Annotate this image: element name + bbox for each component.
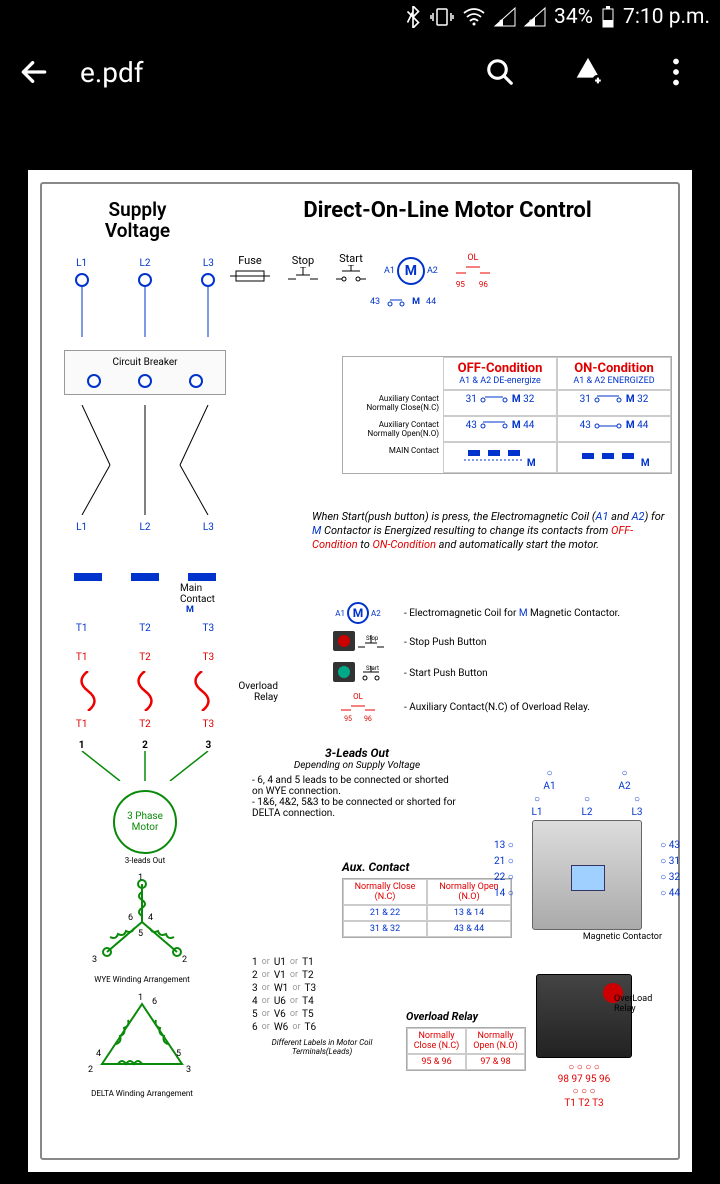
stop-label: Stop [288, 254, 318, 267]
terminal-labels-table: 1orU1orT1 2orV1orT2 3orW1orT3 4orU6orT4 … [252, 956, 392, 1056]
coil-m-symbol: M [397, 257, 425, 285]
battery-icon [601, 6, 615, 28]
pin-96: 96 [479, 280, 488, 289]
svg-text:3: 3 [92, 955, 97, 965]
status-bar: 1 2 34% 7:10 p.m. [0, 0, 720, 34]
circuit-breaker-box: Circuit Breaker [64, 350, 226, 395]
delta-diagram-icon: 1 2 3 6 4 5 [52, 986, 232, 1086]
a1-label: A1 [384, 266, 395, 276]
svg-text:5: 5 [138, 929, 143, 939]
pdf-page[interactable]: Supply Voltage Direct-On-Line Motor Cont… [28, 170, 692, 1172]
aux-contact-table: Aux. Contact Normally Close (N.C)Normall… [342, 860, 512, 938]
svg-text:1: 1 [138, 993, 143, 1003]
battery-pct: 34% [554, 5, 593, 29]
signal-2-icon: 2 [524, 7, 546, 27]
pin-95: 95 [456, 280, 465, 289]
description-text: When Start(push button) is press, the El… [312, 510, 672, 551]
clock-time: 7:10 p.m. [623, 5, 710, 29]
supply-voltage-label: Supply Voltage [50, 194, 225, 242]
three-leads-note: 3-Leads Out Depending on Supply Voltage … [252, 746, 462, 819]
svg-text:4: 4 [96, 1049, 101, 1059]
app-bar: e.pdf [0, 34, 720, 110]
a2-label: A2 [427, 266, 438, 276]
svg-text:1: 1 [499, 19, 503, 27]
legend: A1MA2 - Electromagnetic Coil for M Magne… [322, 596, 672, 729]
ol-label: OL [456, 253, 490, 263]
drive-button[interactable] [566, 50, 610, 94]
winding-arrangements: 132 465 WYE Winding Arrangement 123 [52, 872, 232, 1100]
condition-table: OFF-ConditionA1 & A2 DE-energize ON-Cond… [342, 356, 672, 474]
svg-text:1: 1 [138, 873, 143, 883]
vibrate-icon [430, 6, 454, 28]
start-button-icon [332, 661, 356, 686]
start-label: Start [336, 252, 366, 265]
power-circuit-diagram: L1L2L3 Circuit Breaker L1L2L3 Main Conta… [50, 254, 240, 854]
back-button[interactable] [12, 50, 56, 94]
diagram-title: Direct-On-Line Motor Control [225, 194, 670, 242]
svg-text:3: 3 [186, 1065, 191, 1075]
overload-relay-table: Overload Relay Normally Close (N.C)Norma… [406, 1010, 526, 1071]
svg-text:2: 2 [529, 19, 533, 27]
bluetooth-icon [404, 6, 422, 28]
svg-text:4: 4 [148, 913, 153, 923]
wye-diagram-icon: 1 3 2 4 65 [52, 872, 232, 972]
diagram-frame: Supply Voltage Direct-On-Line Motor Cont… [40, 182, 680, 1160]
contactor-photo: ○○ A1A2 ○○○ L1L2L3 13 ○ 21 ○ 22 ○ 14 ○ ○… [512, 768, 662, 942]
document-title: e.pdf [80, 56, 444, 89]
motor-symbol: 3 PhaseMotor [113, 790, 177, 854]
svg-text:2: 2 [182, 955, 187, 965]
signal-1-icon: 1 [494, 7, 516, 27]
svg-text:6: 6 [152, 997, 157, 1007]
stop-button-icon [332, 630, 356, 655]
overload-relay-photo: ○ ○ ○ ○ 98 97 95 96 ○ ○ ○ T1 T2 T3 OverL… [514, 974, 654, 1110]
svg-text:6: 6 [128, 913, 133, 923]
svg-text:5: 5 [176, 1049, 181, 1059]
search-button[interactable] [478, 50, 522, 94]
svg-text:Stop: Stop [366, 635, 379, 642]
overflow-menu-button[interactable] [654, 50, 698, 94]
svg-text:2: 2 [88, 1065, 93, 1075]
control-circuit-row: Fuse Stop Start A1 M A2 OL 95 9 [230, 252, 670, 290]
wifi-icon [462, 7, 486, 27]
svg-text:Start: Start [366, 665, 379, 672]
